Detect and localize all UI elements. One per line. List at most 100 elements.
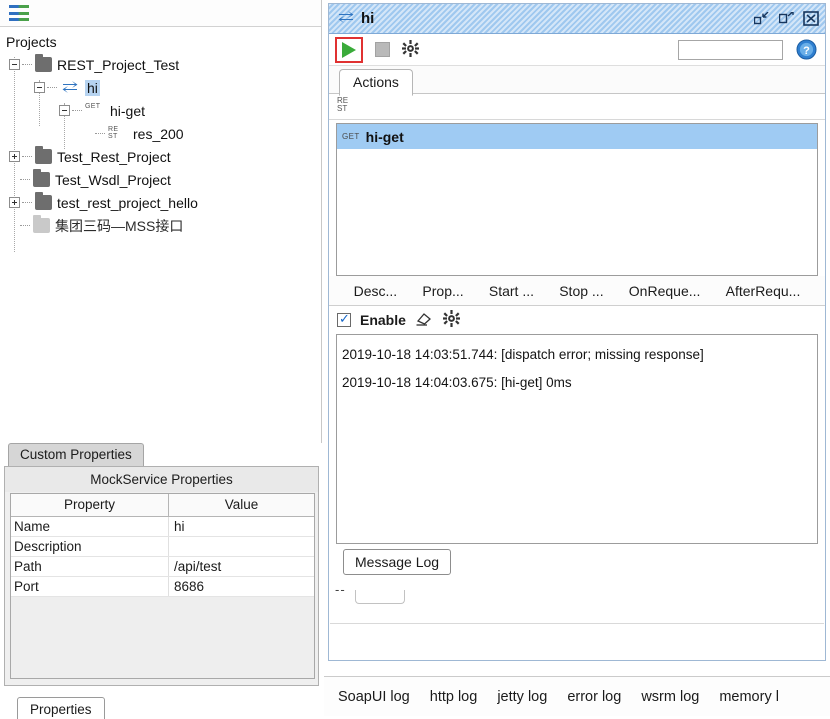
log-settings-button[interactable] [442, 310, 460, 330]
tree-root-label: Projects [6, 34, 57, 50]
tab-start-script[interactable]: Start ... [489, 283, 534, 299]
log-controls-row: Enable [329, 306, 825, 334]
project-tree[interactable]: Projects REST_Project_Test hi GET hi-get… [0, 27, 321, 442]
table-row[interactable]: Port 8686 [11, 577, 314, 597]
editor-panel: hi ? Actions RE ST GET hi-get Desc... Pr… [324, 0, 830, 719]
tab-soapui-log[interactable]: SoapUI log [338, 689, 410, 705]
http-method-label: GET [342, 132, 360, 141]
mockservice-window: hi ? Actions RE ST GET hi-get Desc... Pr… [328, 3, 826, 661]
tab-message-log[interactable]: Message Log [343, 549, 452, 575]
window-title-bar: hi [329, 4, 825, 34]
tree-connector [22, 64, 32, 65]
cell-value[interactable] [169, 537, 314, 556]
tab-properties[interactable]: Prop... [422, 283, 463, 299]
cell-value[interactable]: hi [169, 517, 314, 536]
cell-property: Description [11, 537, 169, 556]
folder-icon [35, 54, 52, 72]
enable-checkbox[interactable] [337, 311, 351, 327]
log-tab-bar: SoapUI log http log jetty log error log … [324, 676, 830, 716]
collapse-toggle-icon[interactable] [9, 59, 20, 70]
tree-connector [95, 133, 105, 134]
operation-name: hi-get [365, 128, 404, 145]
tree-item-rest-project-test[interactable]: REST_Project_Test [0, 53, 321, 76]
cell-property: Port [11, 577, 169, 596]
tab-actions[interactable]: Actions [339, 69, 413, 96]
tree-item-test-rest-project[interactable]: Test_Rest_Project [0, 145, 321, 168]
cell-value[interactable]: 8686 [169, 577, 314, 596]
tree-item-test-wsdl-project[interactable]: Test_Wsdl_Project [0, 168, 321, 191]
eraser-icon [416, 313, 431, 326]
tab-jetty-log[interactable]: jetty log [497, 689, 547, 705]
folder-icon-disabled [33, 215, 50, 233]
help-button[interactable]: ? [796, 39, 817, 60]
tab-stop-script[interactable]: Stop ... [559, 283, 603, 299]
properties-button[interactable]: Properties [17, 697, 105, 719]
tab-memory-log[interactable]: memory l [719, 689, 779, 705]
table-empty-area [11, 597, 314, 678]
tree-item-label: test_rest_project_hello [57, 194, 198, 211]
column-header-property: Property [11, 494, 169, 516]
tree-connector [20, 179, 30, 180]
tree-item-res-200[interactable]: RE ST res_200 [0, 122, 321, 145]
tree-item-label: hi [85, 79, 100, 96]
table-row[interactable]: Name hi [11, 517, 314, 537]
get-method-icon: GET [85, 103, 101, 110]
tab-http-log[interactable]: http log [430, 689, 478, 705]
mock-service-icon [335, 9, 359, 28]
operations-list-header: RE ST [329, 94, 825, 120]
gear-icon [402, 39, 419, 57]
gear-icon [442, 310, 460, 327]
list-item[interactable]: GET hi-get [337, 124, 817, 149]
tree-connector [72, 110, 82, 111]
mock-service-icon [60, 80, 80, 95]
operations-list[interactable]: GET hi-get [336, 123, 818, 276]
message-log-tab-row: Message Log [329, 544, 825, 582]
panel-splitter[interactable] [312, 430, 320, 442]
search-input[interactable] [678, 39, 783, 60]
folder-icon [35, 146, 52, 164]
table-row[interactable]: Description [11, 537, 314, 557]
navigator-panel: Projects REST_Project_Test hi GET hi-get… [0, 0, 322, 719]
maximize-button[interactable] [775, 9, 797, 29]
table-header-row: Property Value [11, 494, 314, 517]
collapse-toggle-icon[interactable] [34, 82, 45, 93]
column-header-value: Value [224, 497, 259, 512]
tree-connector [22, 202, 32, 203]
enable-label: Enable [360, 312, 406, 328]
clear-log-button[interactable] [415, 310, 434, 330]
tab-custom-properties[interactable]: Custom Properties [8, 443, 144, 467]
tree-item-hi-get[interactable]: GET hi-get [0, 99, 321, 122]
svg-text:?: ? [803, 45, 810, 57]
tree-connector [22, 156, 32, 157]
properties-panel: Custom Properties MockService Properties… [0, 443, 322, 719]
navigator-toolbar [0, 0, 321, 27]
tab-error-log[interactable]: error log [567, 689, 621, 705]
tree-connector [20, 225, 30, 226]
close-button[interactable] [800, 9, 822, 29]
tree-item-test-rest-project-hello[interactable]: test_rest_project_hello [0, 191, 321, 214]
properties-table[interactable]: Property Value Name hi Description Path … [10, 493, 315, 679]
tab-wsrm-log[interactable]: wsrm log [641, 689, 699, 705]
options-button[interactable] [402, 39, 419, 60]
rest-response-icon: RE ST [108, 126, 119, 140]
tab-description[interactable]: Desc... [354, 283, 398, 299]
stop-button[interactable] [375, 42, 390, 57]
soapui-window: Projects REST_Project_Test hi GET hi-get… [0, 0, 830, 719]
collapsed-tab-handle[interactable] [355, 590, 405, 604]
tree-item-label: REST_Project_Test [57, 56, 180, 73]
message-log-area[interactable]: 2019-10-18 14:03:51.744: [dispatch error… [336, 334, 818, 544]
run-button[interactable] [335, 36, 363, 63]
tree-item-label: Test_Wsdl_Project [55, 171, 171, 188]
collapse-toggle-icon[interactable] [59, 105, 70, 116]
cell-value[interactable]: /api/test [169, 557, 314, 576]
tree-item-hi[interactable]: hi [0, 76, 321, 99]
table-row[interactable]: Path /api/test [11, 557, 314, 577]
restore-down-button[interactable] [750, 9, 772, 29]
mockservice-properties-box: MockService Properties Property Value Na… [4, 466, 319, 686]
expand-toggle-icon[interactable] [9, 151, 20, 162]
tab-afterrequest-script[interactable]: AfterRequ... [726, 283, 801, 299]
expand-toggle-icon[interactable] [9, 197, 20, 208]
navigator-icon[interactable] [9, 5, 29, 21]
tree-item-mss-interface[interactable]: 集团三码—MSS接口 [0, 214, 321, 237]
tab-onrequest-script[interactable]: OnReque... [629, 283, 701, 299]
